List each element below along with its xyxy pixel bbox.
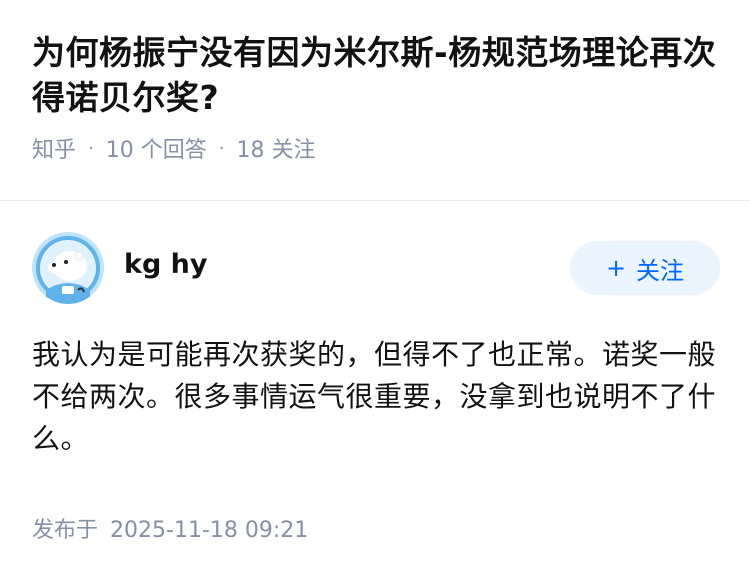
follower-count[interactable]: 18 关注 xyxy=(236,132,315,164)
answer-card: kg hy + 关注 我认为是可能再次获奖的，但得不了也正常。诺奖一般不给两次。… xyxy=(32,232,720,460)
author-name[interactable]: kg hy xyxy=(124,249,570,280)
question-meta: 知乎 · 10 个回答 · 18 关注 xyxy=(32,132,718,164)
follow-button-label: 关注 xyxy=(636,256,685,285)
follow-button[interactable]: + 关注 xyxy=(570,241,720,295)
meta-separator: · xyxy=(218,137,225,159)
answer-count[interactable]: 10 个回答 xyxy=(106,132,207,164)
publish-info: 发布于 2025-11-18 09:21 xyxy=(32,512,308,544)
source-label[interactable]: 知乎 xyxy=(32,132,76,164)
plus-icon: + xyxy=(605,254,627,282)
question-title[interactable]: 为何杨振宁没有因为米尔斯-杨规范场理论再次得诺贝尔奖? xyxy=(32,30,718,120)
question-header: 为何杨振宁没有因为米尔斯-杨规范场理论再次得诺贝尔奖? 知乎 · 10 个回答 … xyxy=(0,0,750,170)
answer-content[interactable]: 我认为是可能再次获奖的，但得不了也正常。诺奖一般不给两次。很多事情运气很重要，没… xyxy=(32,334,718,460)
author-row: kg hy + 关注 xyxy=(32,232,720,304)
publish-time: 2025-11-18 09:21 xyxy=(110,518,309,543)
divider xyxy=(0,200,750,201)
polar-bear-astronaut-icon xyxy=(32,232,104,304)
meta-separator: · xyxy=(88,137,94,159)
publish-label: 发布于 xyxy=(32,518,99,543)
avatar[interactable] xyxy=(32,232,104,304)
